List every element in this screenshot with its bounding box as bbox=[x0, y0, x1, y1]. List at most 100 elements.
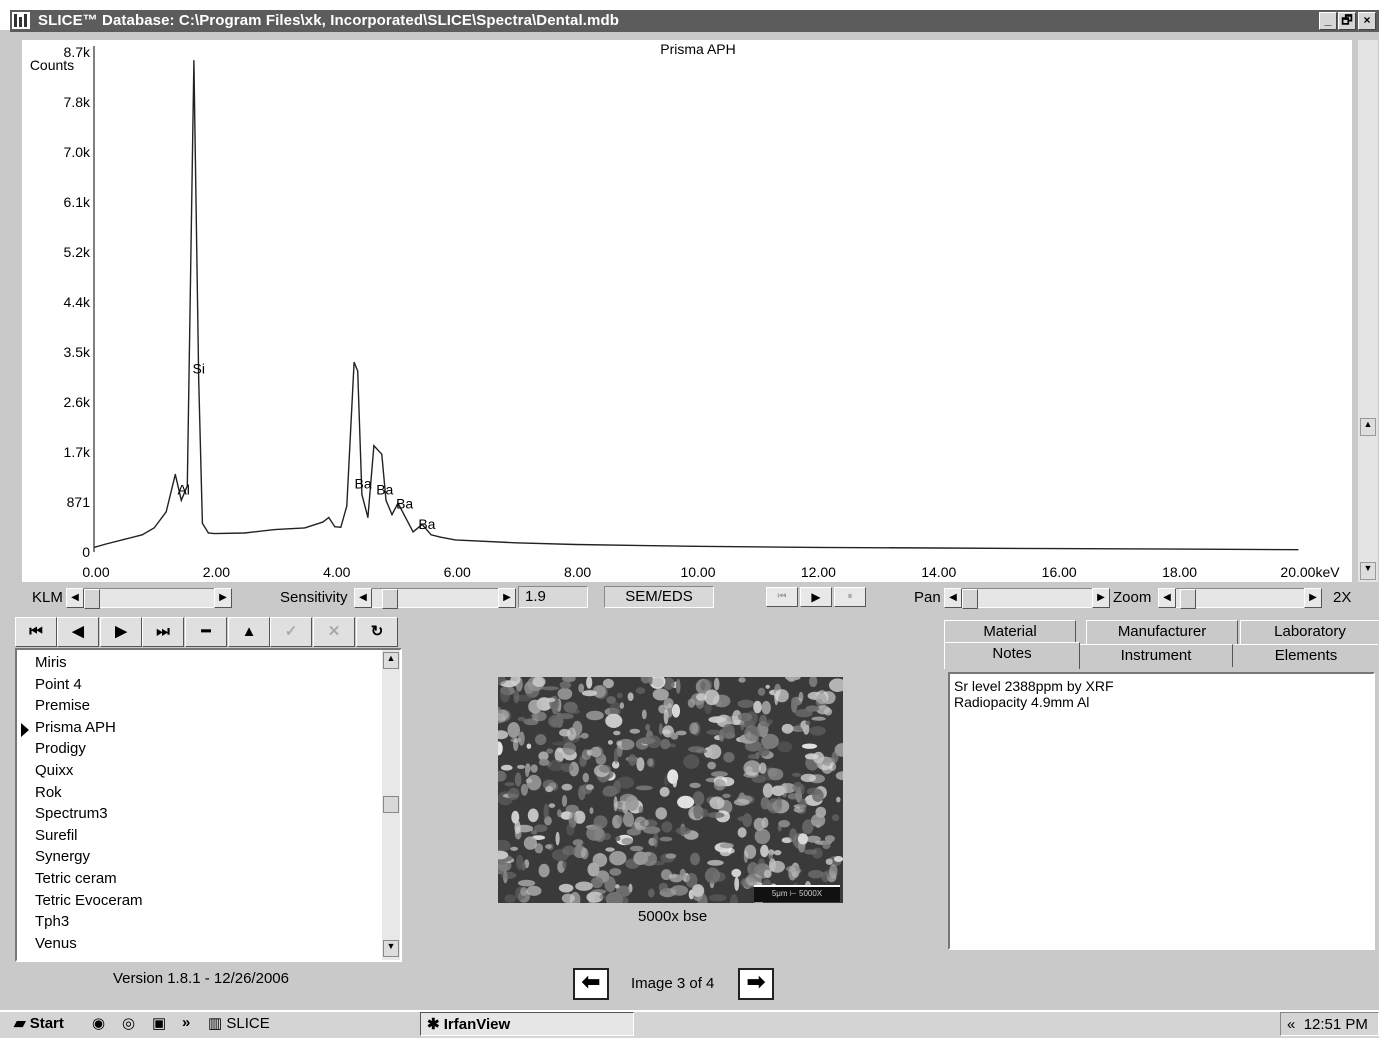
material-list[interactable]: Miris Point 4 Premise Prisma APH Prodigy Quix… bbox=[15, 648, 402, 962]
list-scrollbar[interactable]: ▲ ▼ bbox=[382, 650, 400, 960]
pan-slider-thumb[interactable] bbox=[962, 589, 978, 609]
detail-tabs: Material Manufacturer Laboratory Notes I… bbox=[944, 620, 1379, 670]
tab-manufacturer[interactable]: Manufacturer bbox=[1086, 620, 1238, 645]
first-record-button[interactable]: ⏮ bbox=[15, 617, 57, 647]
sem-grain bbox=[700, 681, 706, 691]
tray-expand-chevron[interactable]: « bbox=[1287, 1016, 1295, 1033]
quicklaunch-desktop-icon[interactable]: ▣ bbox=[152, 1014, 166, 1032]
delete-record-button[interactable]: ━ bbox=[185, 617, 227, 647]
rewind-icon[interactable]: ⏮ bbox=[766, 587, 798, 607]
spectrum-point bbox=[141, 534, 143, 536]
sem-grain bbox=[761, 733, 779, 749]
refresh-button[interactable]: ↻ bbox=[356, 617, 398, 647]
taskbar-irfanview-button[interactable]: ✱ IrfanView bbox=[420, 1012, 634, 1036]
sem-grain bbox=[638, 737, 656, 745]
sem-grain bbox=[641, 709, 647, 720]
list-item[interactable]: Prisma APH bbox=[35, 719, 116, 736]
sem-grain bbox=[753, 700, 762, 714]
sem-grain bbox=[833, 856, 843, 862]
sem-grain bbox=[771, 785, 786, 797]
sem-grain bbox=[767, 768, 784, 781]
list-scroll-down-icon[interactable]: ▼ bbox=[383, 940, 399, 957]
sem-grain bbox=[525, 766, 530, 778]
klm-left-arrow-icon[interactable]: ◀ bbox=[66, 588, 84, 608]
sem-grain bbox=[689, 722, 699, 735]
list-item[interactable]: Point 4 bbox=[35, 676, 82, 693]
sem-micrograph: 5μm ⊢ 5000X bbox=[498, 677, 843, 903]
list-item[interactable]: Tph3 bbox=[35, 913, 69, 930]
pan-left-arrow-icon[interactable]: ◀ bbox=[944, 588, 962, 608]
cancel-edit-button[interactable]: ✕ bbox=[313, 617, 355, 647]
sem-grain bbox=[809, 677, 818, 688]
list-scroll-thumb[interactable] bbox=[383, 796, 399, 813]
scroll-down-arrow-icon[interactable]: ▼ bbox=[1360, 562, 1376, 580]
sensitivity-slider-thumb[interactable] bbox=[382, 589, 398, 609]
list-item[interactable]: Venus bbox=[35, 935, 77, 952]
klm-slider-thumb[interactable] bbox=[84, 589, 100, 609]
zoom-slider-thumb[interactable] bbox=[1180, 589, 1196, 609]
sem-grain bbox=[635, 687, 646, 694]
sem-grain bbox=[538, 758, 550, 766]
list-item[interactable]: Miris bbox=[35, 654, 67, 671]
sem-grain bbox=[670, 732, 679, 740]
sem-grain bbox=[534, 824, 548, 833]
klm-slider[interactable] bbox=[84, 588, 214, 609]
quicklaunch-ie-icon[interactable]: ◉ bbox=[92, 1014, 105, 1032]
tab-instrument[interactable]: Instrument bbox=[1080, 644, 1233, 667]
prev-image-button[interactable]: ⬅ bbox=[573, 968, 609, 1000]
minimize-button[interactable]: _ bbox=[1319, 12, 1337, 30]
list-item[interactable]: Spectrum3 bbox=[35, 805, 108, 822]
last-record-button[interactable]: ⏭ bbox=[142, 617, 184, 647]
next-image-button[interactable]: ➡ bbox=[738, 968, 774, 1000]
sensitivity-left-arrow-icon[interactable]: ◀ bbox=[354, 588, 372, 608]
zoom-right-arrow-icon[interactable]: ▶ bbox=[1304, 588, 1322, 608]
tab-notes[interactable]: Notes bbox=[944, 642, 1080, 669]
zoom-left-arrow-icon[interactable]: ◀ bbox=[1158, 588, 1176, 608]
start-button[interactable]: ▰ Start bbox=[14, 1014, 64, 1032]
quicklaunch-more-chevron[interactable]: » bbox=[182, 1014, 190, 1031]
maximize-button[interactable]: 🗗 bbox=[1338, 12, 1356, 30]
list-item[interactable]: Tetric Evoceram bbox=[35, 892, 143, 909]
next-record-button[interactable]: ▶ bbox=[100, 617, 142, 647]
play-icon[interactable]: ▶ bbox=[800, 587, 832, 607]
post-edit-button[interactable]: ✓ bbox=[270, 617, 312, 647]
list-item[interactable]: Premise bbox=[35, 697, 90, 714]
klm-right-arrow-icon[interactable]: ▶ bbox=[214, 588, 232, 608]
list-item[interactable]: Surefil bbox=[35, 827, 78, 844]
chart-vertical-scrollbar[interactable]: ▲ ▼ bbox=[1358, 40, 1378, 582]
list-scroll-up-icon[interactable]: ▲ bbox=[383, 652, 399, 669]
sensitivity-slider[interactable] bbox=[372, 588, 498, 609]
list-item[interactable]: Prodigy bbox=[35, 740, 86, 757]
taskbar-slice-button[interactable]: ▥ SLICE bbox=[208, 1014, 270, 1032]
insert-record-button[interactable]: ▲ bbox=[228, 617, 270, 647]
x-tick-label: 0.00 bbox=[82, 564, 109, 580]
sensitivity-right-arrow-icon[interactable]: ▶ bbox=[498, 588, 516, 608]
spectrum-point bbox=[381, 453, 383, 455]
scroll-up-arrow-icon[interactable]: ▲ bbox=[1360, 418, 1376, 436]
list-item[interactable]: Tetric ceram bbox=[35, 870, 117, 887]
sem-grain bbox=[582, 690, 598, 697]
list-item[interactable]: Quixx bbox=[35, 762, 73, 779]
sem-grain bbox=[691, 884, 705, 897]
zoom-slider[interactable] bbox=[1176, 588, 1304, 609]
sem-grain bbox=[566, 823, 575, 836]
pan-slider[interactable] bbox=[962, 588, 1092, 609]
sem-grain bbox=[521, 862, 526, 871]
pause-icon[interactable]: ⏸ bbox=[834, 587, 866, 607]
tab-elements[interactable]: Elements bbox=[1234, 644, 1378, 667]
sem-grain bbox=[655, 807, 667, 820]
quicklaunch-outlook-icon[interactable]: ◎ bbox=[122, 1014, 135, 1032]
list-item[interactable]: Synergy bbox=[35, 848, 90, 865]
tab-laboratory[interactable]: Laboratory bbox=[1240, 620, 1379, 645]
list-item[interactable]: Rok bbox=[35, 784, 62, 801]
sem-grain bbox=[791, 697, 798, 713]
close-button[interactable]: × bbox=[1358, 12, 1376, 30]
pan-right-arrow-icon[interactable]: ▶ bbox=[1092, 588, 1110, 608]
notes-textarea[interactable]: Sr level 2388ppm by XRF Radiopacity 4.9m… bbox=[948, 672, 1375, 950]
app-icon bbox=[12, 12, 30, 29]
sem-grain bbox=[616, 740, 622, 746]
spectrum-chart[interactable]: 8.7k 7.8k 7.0k 6.1k 5.2k 4.4k 3.5k 2.6k 1.7k 871 0… bbox=[22, 40, 1352, 582]
prior-record-button[interactable]: ◀ bbox=[57, 617, 99, 647]
sem-grain bbox=[498, 770, 507, 782]
pan-label: Pan bbox=[914, 589, 941, 606]
